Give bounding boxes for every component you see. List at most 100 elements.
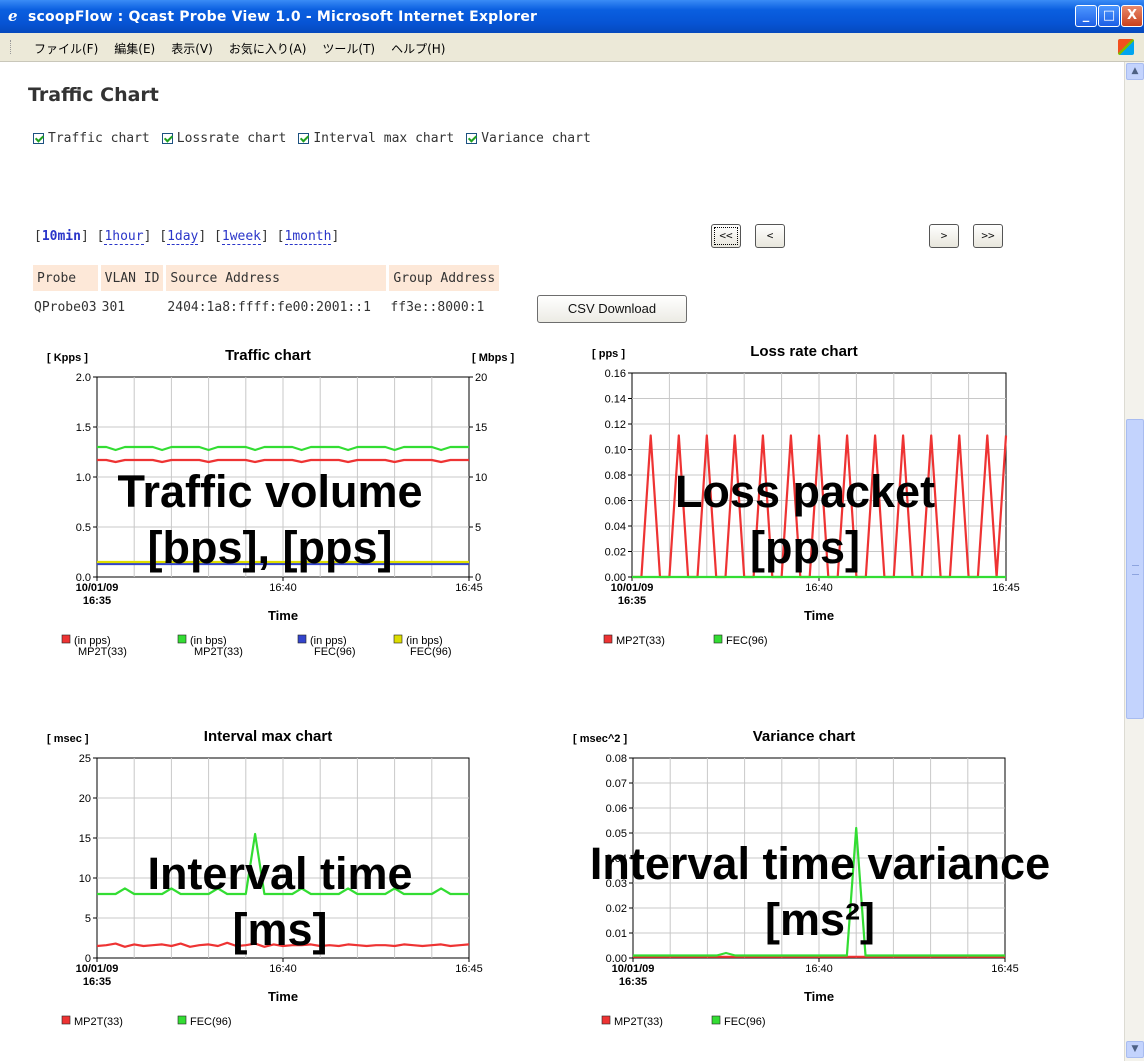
chart-title: Traffic chart [225, 347, 311, 364]
legend-label: (in bps) FEC(96) [406, 635, 452, 658]
x-axis-label: Time [268, 989, 298, 1004]
chart-title: Loss rate chart [750, 343, 858, 360]
legend-swatch [603, 634, 613, 644]
page-title: Traffic Chart [28, 84, 159, 106]
chart-checkboxes: Traffic chart Lossrate chart Interval ma… [33, 131, 591, 146]
column-header: VLAN ID [100, 265, 164, 291]
period-link-1month[interactable]: 1month [284, 229, 332, 245]
scroll-down-icon[interactable]: ▼ [1126, 1041, 1144, 1058]
x-tick-label: 16:45 [455, 963, 483, 975]
y-axis-label: [ msec ] [47, 733, 89, 745]
x-tick-label: 16:40 [805, 963, 833, 975]
legend-label: FEC(96) [190, 1016, 232, 1028]
x-tick-label: 10/01/09 16:35 [612, 963, 655, 988]
overlay-loss: Loss packet [pps] [605, 464, 1005, 576]
scroll-up-icon[interactable]: ▲ [1126, 63, 1144, 80]
prev-page-button[interactable]: < [755, 224, 785, 248]
y-tick-label: 0.16 [605, 368, 626, 380]
toolbar-grip[interactable] [10, 40, 13, 54]
menu-bar: ファイル(F) 編集(E) 表示(V) お気に入り(A) ツール(T) ヘルプ(… [0, 33, 1144, 62]
checkbox-checked-icon[interactable] [466, 133, 478, 144]
legend-label-line: FEC(96) [314, 646, 356, 658]
y-tick-label: 0.06 [606, 803, 627, 815]
first-page-button[interactable]: << [711, 224, 741, 248]
y2-axis-label: [ Mbps ] [472, 352, 514, 364]
close-button[interactable]: X [1121, 5, 1143, 27]
column-header: Probe [33, 265, 98, 291]
csv-download-button[interactable]: CSV Download [537, 295, 687, 323]
legend-label: (in pps) FEC(96) [310, 635, 356, 658]
y2-tick-label: 20 [475, 372, 487, 384]
x-tick-label: 10/01/09 16:35 [76, 582, 119, 607]
x-tick-label: 16:40 [805, 582, 833, 594]
checkbox-checked-icon[interactable] [161, 133, 173, 144]
checkbox-interval-max-chart[interactable]: Interval max chart [298, 131, 454, 146]
legend-label: FEC(96) [726, 635, 768, 647]
checkbox-checked-icon[interactable] [298, 133, 310, 144]
menu-view[interactable]: 表示(V) [171, 40, 213, 57]
checkbox-label: Interval max chart [313, 131, 455, 146]
x-tick-label: 10/01/09 16:35 [76, 963, 119, 988]
column-header: Source Address [166, 265, 387, 291]
x-axis-label: Time [804, 608, 834, 623]
checkbox-label: Traffic chart [48, 131, 150, 146]
y-tick-label: 15 [79, 833, 91, 845]
x-tick-label: 16:40 [269, 963, 297, 975]
scroll-grip-icon [1132, 565, 1139, 575]
windows-logo-icon [1118, 39, 1134, 55]
checkbox-variance-chart[interactable]: Variance chart [466, 131, 591, 146]
legend-label: MP2T(33) [614, 1016, 663, 1028]
period-link-1hour[interactable]: 1hour [104, 229, 144, 245]
y-tick-label: 20 [79, 793, 91, 805]
y-tick-label: 2.0 [76, 372, 91, 384]
menu-edit[interactable]: 編集(E) [114, 40, 155, 57]
x-tick-label: 10/01/09 16:35 [611, 582, 654, 607]
column-header: Group Address [389, 265, 500, 291]
x-tick-label-line: 10/01/09 [611, 582, 654, 594]
y-tick-label: 0.14 [605, 394, 626, 406]
maximize-button[interactable]: □ [1098, 5, 1120, 27]
legend-label-line: MP2T(33) [194, 646, 243, 658]
period-link-1week[interactable]: 1week [221, 229, 262, 245]
x-axis-label: Time [804, 989, 834, 1004]
x-tick-label: 16:45 [991, 963, 1019, 975]
window-title-bar[interactable]: e scoopFlow : Qcast Probe View 1.0 - Mic… [0, 0, 1144, 33]
menu-help[interactable]: ヘルプ(H) [391, 40, 445, 57]
table-cell: 2404:1a8:ffff:fe00:2001::1 [167, 300, 371, 315]
period-link-10min[interactable]: 10min [42, 229, 81, 244]
x-tick-label-line: 10/01/09 [76, 963, 119, 975]
x-tick-label-line: 16:35 [618, 595, 646, 607]
checkbox-traffic-chart[interactable]: Traffic chart [33, 131, 150, 146]
checkbox-lossrate-chart[interactable]: Lossrate chart [161, 131, 286, 146]
window-title: scoopFlow : Qcast Probe View 1.0 - Micro… [28, 9, 538, 25]
menu-file[interactable]: ファイル(F) [34, 40, 98, 57]
overlay-variance: Interval time variance [ms²] [515, 836, 1125, 948]
menu-favorites[interactable]: お気に入り(A) [229, 40, 307, 57]
overlay-line: Traffic volume [117, 466, 423, 517]
table-header-row: Probe VLAN ID Source Address Group Addre… [33, 265, 500, 291]
vertical-scrollbar[interactable]: ▲ ▼ [1124, 62, 1144, 1061]
overlay-line: Interval time variance [589, 838, 1051, 889]
period-link-1day[interactable]: 1day [167, 229, 199, 245]
y-tick-label: 0.08 [606, 753, 627, 765]
legend-swatch [601, 1015, 611, 1025]
checkbox-label: Variance chart [481, 131, 591, 146]
checkbox-checked-icon[interactable] [33, 133, 44, 144]
y-tick-label: 1.5 [76, 422, 91, 434]
menu-tools[interactable]: ツール(T) [322, 40, 375, 57]
legend-label-line: FEC(96) [190, 1016, 232, 1028]
x-tick-label-line: 10/01/09 [76, 582, 119, 594]
table-cell: ff3e::8000:1 [390, 300, 485, 315]
legend-swatch [177, 1015, 187, 1025]
legend-label-line: MP2T(33) [78, 646, 127, 658]
legend-label: MP2T(33) [616, 635, 665, 647]
minimize-button[interactable]: _ [1075, 5, 1097, 27]
x-tick-label-line: 16:35 [619, 976, 647, 988]
chart-title: Interval max chart [204, 728, 332, 745]
y-tick-label: 0.07 [606, 778, 627, 790]
last-page-button[interactable]: >> [973, 224, 1003, 248]
next-page-button[interactable]: > [929, 224, 959, 248]
scroll-thumb[interactable] [1126, 419, 1144, 719]
legend-swatch [711, 1015, 721, 1025]
y-axis-label: [ msec^2 ] [573, 733, 627, 745]
